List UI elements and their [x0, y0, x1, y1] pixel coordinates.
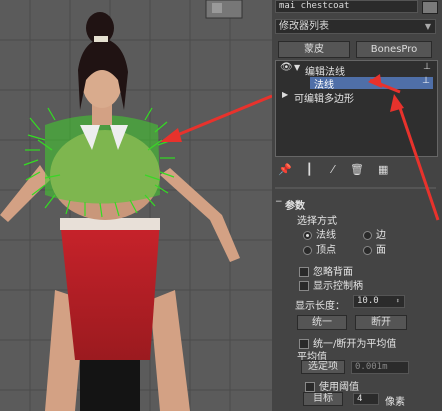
leg-right: [150, 290, 190, 411]
viewport-grid: [0, 0, 272, 411]
annotation-arrows-panel: [368, 74, 440, 221]
skirt: [60, 220, 160, 360]
viewport[interactable]: [0, 0, 272, 411]
annotation-arrow-left: [160, 94, 272, 142]
command-panel: mai chestcoat 修改器列表 ▼ 蒙皮 BonesPro 👁 ▼ 编辑…: [272, 0, 442, 411]
